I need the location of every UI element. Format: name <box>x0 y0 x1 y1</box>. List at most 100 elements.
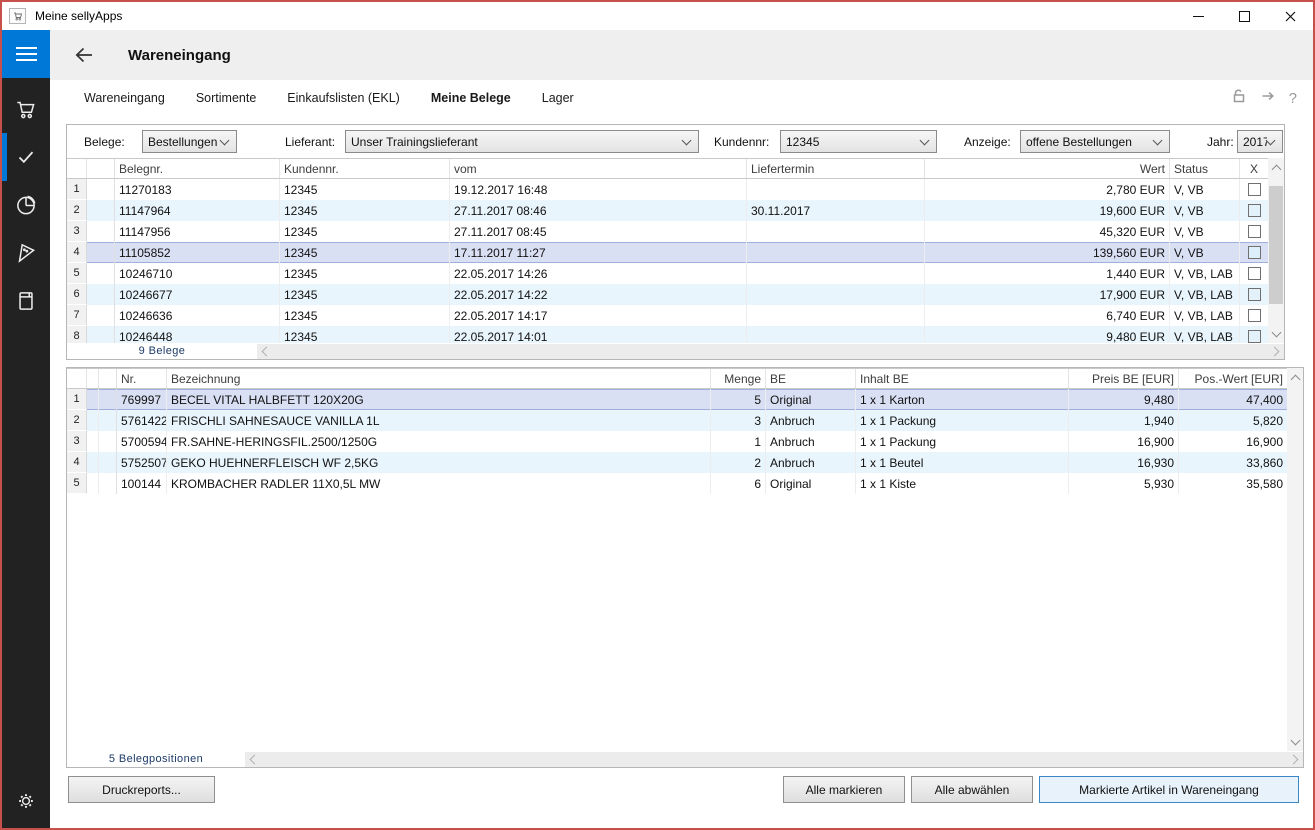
minimize-button[interactable] <box>1175 2 1221 30</box>
cell-nr: 769997 <box>117 389 167 410</box>
order-row[interactable]: 7102466361234522.05.2017 14:176,740 EURV… <box>67 305 1268 326</box>
unlock-button[interactable] <box>1231 88 1247 109</box>
sidebar <box>2 30 50 828</box>
tab-lager[interactable]: Lager <box>542 91 574 105</box>
lieferant-label: Lieferant: <box>285 135 335 149</box>
row-number: 8 <box>67 326 87 343</box>
help-button[interactable]: ? <box>1289 90 1297 107</box>
orders-col-vom: vom <box>450 159 747 178</box>
position-row[interactable]: 1769997BECEL VITAL HALBFETT 120X20G5Orig… <box>67 389 1287 410</box>
scroll-down-icon[interactable] <box>1287 734 1303 749</box>
cell-liefertermin <box>747 242 925 263</box>
order-row[interactable]: 1112701831234519.12.2017 16:482,780 EURV… <box>67 179 1268 200</box>
position-row[interactable]: 5100144KROMBACHER RADLER 11X0,5L MW6Orig… <box>67 473 1287 494</box>
sidebar-item-shop[interactable] <box>2 85 50 133</box>
order-row[interactable]: 8102464481234522.05.2017 14:019,480 EURV… <box>67 326 1268 343</box>
order-row[interactable]: 2111479641234527.11.2017 08:4630.11.2017… <box>67 200 1268 221</box>
cell-kundennr: 12345 <box>280 179 450 200</box>
row-spacer <box>87 242 115 263</box>
scroll-right-icon[interactable] <box>1289 754 1299 764</box>
scroll-up-icon[interactable] <box>1268 160 1284 175</box>
content-area: Wareneingang WareneingangSortimenteEinka… <box>50 30 1313 828</box>
menu-button[interactable] <box>2 30 50 78</box>
app-icon <box>9 8 26 24</box>
lieferant-select[interactable]: Unser Trainingslieferant <box>345 130 699 153</box>
positions-hscrollbar[interactable] <box>245 752 1303 767</box>
row-checkbox[interactable] <box>1248 225 1261 238</box>
order-row[interactable]: 6102466771234522.05.2017 14:2217,900 EUR… <box>67 284 1268 305</box>
cell-menge: 2 <box>711 452 766 473</box>
row-checkbox[interactable] <box>1248 288 1261 301</box>
positions-col-bezeichnung: Bezeichnung <box>167 369 711 388</box>
close-button[interactable] <box>1267 2 1313 30</box>
scroll-left-icon[interactable] <box>250 754 260 764</box>
back-button[interactable] <box>72 43 96 67</box>
tab-wareneingang[interactable]: Wareneingang <box>84 91 165 105</box>
cell-belegnr: 11105852 <box>115 242 280 263</box>
cell-be: Anbruch <box>766 452 856 473</box>
druckreports-button[interactable]: Druckreports... <box>68 776 215 803</box>
cell-belegnr: 10246710 <box>115 263 280 284</box>
help-icon: ? <box>1289 90 1297 107</box>
pie-chart-icon <box>13 192 39 218</box>
markierte-artikel-button[interactable]: Markierte Artikel in Wareneingang <box>1039 776 1299 803</box>
cell-inhalt: 1 x 1 Beutel <box>856 452 1069 473</box>
orders-count-label: 9 Belege <box>67 345 257 357</box>
row-checkbox[interactable] <box>1248 330 1261 343</box>
minimize-icon <box>1193 16 1204 17</box>
sidebar-item-offers[interactable] <box>2 229 50 277</box>
sidebar-item-reports[interactable] <box>2 181 50 229</box>
jahr-select[interactable]: 2017 <box>1237 130 1283 153</box>
scroll-down-icon[interactable] <box>1268 326 1284 341</box>
scroll-left-icon[interactable] <box>262 346 272 356</box>
anzeige-label: Anzeige: <box>964 135 1011 149</box>
row-checkbox[interactable] <box>1248 246 1261 259</box>
row-checkbox[interactable] <box>1248 309 1261 322</box>
row-number: 1 <box>67 389 87 410</box>
scrollbar-thumb[interactable] <box>1269 186 1283 304</box>
tab-sortimente[interactable]: Sortimente <box>196 91 256 105</box>
window-title: Meine sellyApps <box>35 9 122 23</box>
cell-wert: 17,900 EUR <box>925 284 1170 305</box>
cell-bezeichnung: FRISCHLI SAHNESAUCE VANILLA 1L <box>167 410 711 431</box>
anzeige-select[interactable]: offene Bestellungen <box>1020 130 1170 153</box>
alle-markieren-button[interactable]: Alle markieren <box>783 776 905 803</box>
row-checkbox[interactable] <box>1248 183 1261 196</box>
alle-abwaehlen-button[interactable]: Alle abwählen <box>911 776 1033 803</box>
scroll-right-icon[interactable] <box>1270 346 1280 356</box>
scroll-up-icon[interactable] <box>1287 370 1303 385</box>
position-row[interactable]: 35700594FR.SAHNE-HERINGSFIL.2500/1250G1A… <box>67 431 1287 452</box>
maximize-button[interactable] <box>1221 2 1267 30</box>
order-row[interactable]: 3111479561234527.11.2017 08:4545,320 EUR… <box>67 221 1268 242</box>
order-row[interactable]: 5102467101234522.05.2017 14:261,440 EURV… <box>67 263 1268 284</box>
row-checkbox[interactable] <box>1248 204 1261 217</box>
tab-einkaufslisten-ekl[interactable]: Einkaufslisten (EKL) <box>287 91 400 105</box>
positions-vscrollbar[interactable] <box>1287 368 1303 751</box>
cell-liefertermin <box>747 263 925 284</box>
cell-vom: 22.05.2017 14:01 <box>450 326 747 343</box>
sidebar-item-orders[interactable] <box>2 133 50 181</box>
book-icon <box>13 288 39 314</box>
sidebar-item-settings[interactable] <box>2 777 50 825</box>
kundennr-select[interactable]: 12345 <box>780 130 937 153</box>
cell-bezeichnung: FR.SAHNE-HERINGSFIL.2500/1250G <box>167 431 711 452</box>
filter-row: Belege:BestellungenLieferant:Unser Train… <box>67 125 1284 158</box>
position-row[interactable]: 45752507GEKO HUEHNERFLEISCH WF 2,5KG2Anb… <box>67 452 1287 473</box>
forward-button[interactable] <box>1260 88 1276 109</box>
cell-menge: 5 <box>711 389 766 410</box>
row-number: 3 <box>67 431 87 452</box>
cell-be: Anbruch <box>766 431 856 452</box>
kundennr-label: Kundennr: <box>714 135 769 149</box>
row-spacer <box>87 431 99 452</box>
cell-liefertermin <box>747 179 925 200</box>
positions-col-poswert: Pos.-Wert [EUR] <box>1179 369 1287 388</box>
tab-meine-belege[interactable]: Meine Belege <box>431 91 511 105</box>
positions-col-inhalt: Inhalt BE <box>856 369 1069 388</box>
orders-hscrollbar[interactable] <box>257 344 1284 359</box>
row-checkbox[interactable] <box>1248 267 1261 280</box>
sidebar-item-catalog[interactable] <box>2 277 50 325</box>
belege-select[interactable]: Bestellungen <box>142 130 237 153</box>
order-row[interactable]: 4111058521234517.11.2017 11:27139,560 EU… <box>67 242 1268 263</box>
orders-vscrollbar[interactable] <box>1268 158 1284 343</box>
position-row[interactable]: 25761422FRISCHLI SAHNESAUCE VANILLA 1L3A… <box>67 410 1287 431</box>
